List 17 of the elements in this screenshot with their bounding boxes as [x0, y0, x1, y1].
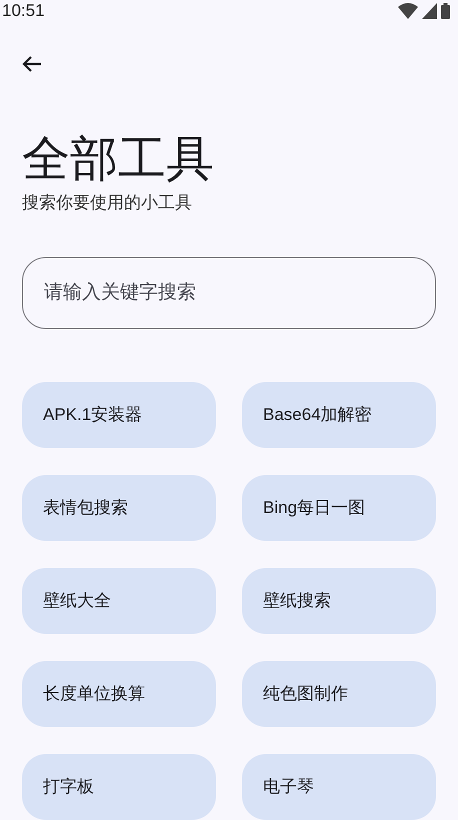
search-field[interactable]: 请输入关键字搜索	[22, 257, 436, 329]
wifi-icon	[398, 3, 418, 19]
signal-icon	[422, 3, 437, 19]
tool-button[interactable]: Bing每日一图	[242, 475, 436, 541]
tool-button[interactable]: 电子琴	[242, 754, 436, 820]
status-time: 10:51	[2, 0, 45, 22]
battery-icon	[441, 3, 450, 19]
tool-button[interactable]: 纯色图制作	[242, 661, 436, 727]
tool-button[interactable]: 打字板	[22, 754, 216, 820]
tool-button[interactable]: 表情包搜索	[22, 475, 216, 541]
tool-button[interactable]: 壁纸大全	[22, 568, 216, 634]
page-subtitle: 搜索你要使用的小工具	[22, 192, 193, 214]
tool-button[interactable]: 长度单位换算	[22, 661, 216, 727]
tool-button[interactable]: Base64加解密	[242, 382, 436, 448]
page-title: 全部工具	[22, 132, 215, 188]
tool-button[interactable]: 壁纸搜索	[242, 568, 436, 634]
tool-button[interactable]: APK.1安装器	[22, 382, 216, 448]
